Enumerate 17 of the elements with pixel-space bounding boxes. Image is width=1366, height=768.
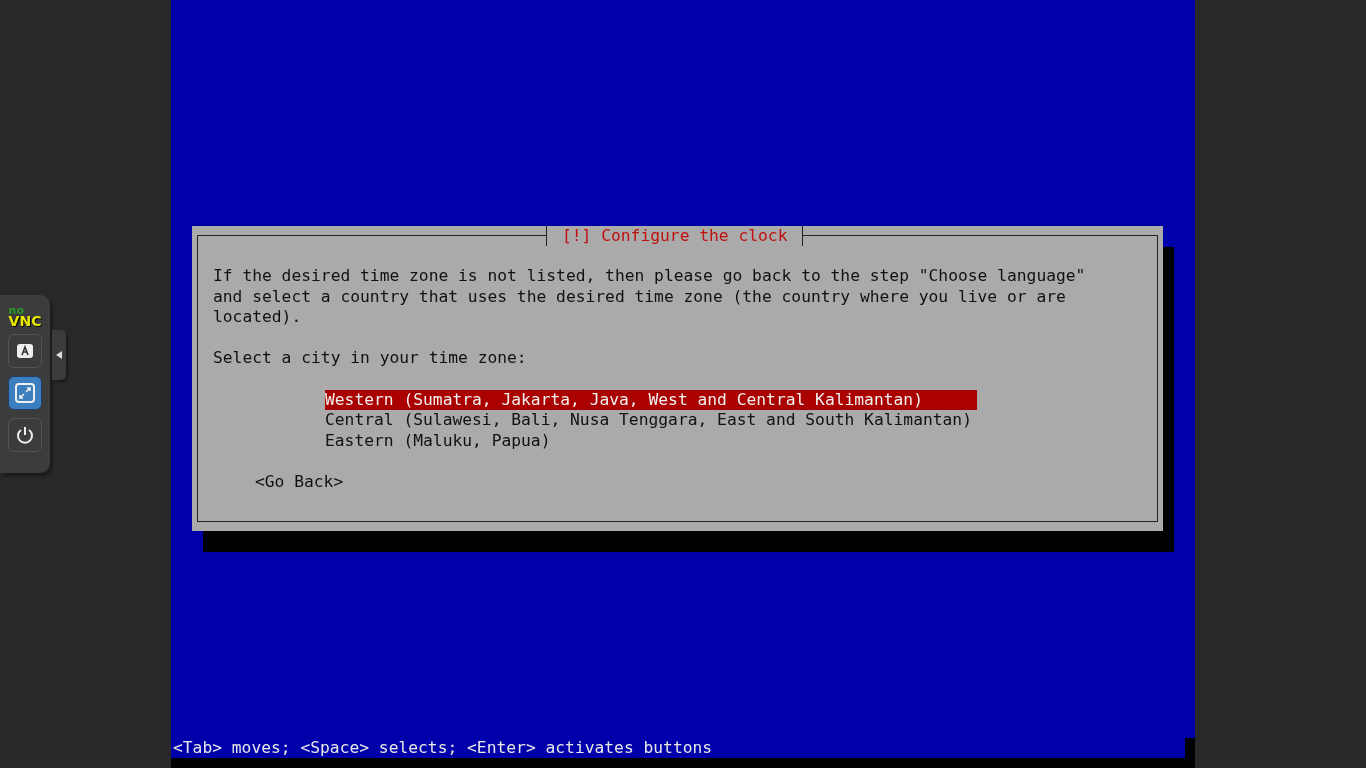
list-item[interactable]: Eastern (Maluku, Papua)	[325, 430, 605, 452]
keyboard-key-icon	[16, 343, 34, 359]
fullscreen-icon	[15, 383, 35, 403]
fullscreen-button[interactable]	[8, 376, 42, 410]
panel-handle[interactable]	[52, 330, 66, 380]
collapse-arrow-icon	[56, 351, 62, 359]
dialog-message: If the desired time zone is not listed, then please go back to the step "Choose language" and select a country that uses the desired time zone (the country where you live or are located).	[213, 266, 1087, 328]
power-icon	[15, 425, 35, 445]
status-bar: <Tab> moves; <Space> selects; <Enter> activates buttons	[171, 738, 1195, 768]
list-item[interactable]: Western (Sumatra, Jakarta, Java, West and Central Kalimantan)	[325, 389, 977, 411]
go-back-button[interactable]: <Go Back>	[255, 471, 344, 493]
list-item[interactable]: Central (Sulawesi, Bali, Nusa Tenggara, East and South Kalimantan)	[325, 410, 1026, 431]
logo: no VNC	[8, 306, 42, 326]
keyboard-button[interactable]	[8, 334, 42, 368]
power-button[interactable]	[8, 418, 42, 452]
dialog-title: [!] Configure the clock	[546, 226, 804, 246]
prompt-text: Select a city in your time zone:	[213, 348, 528, 369]
